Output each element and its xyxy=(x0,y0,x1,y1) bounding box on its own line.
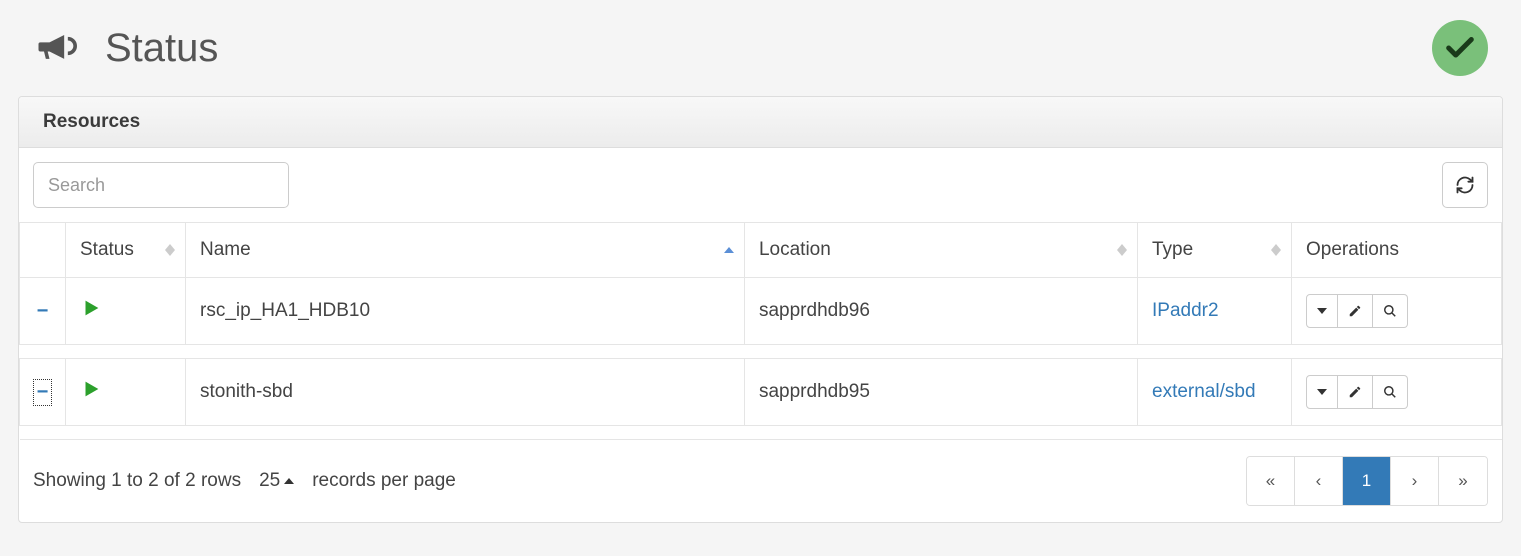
pencil-icon xyxy=(1348,385,1362,399)
sort-arrows-icon xyxy=(165,244,175,256)
magnify-icon xyxy=(1383,385,1397,399)
table-row: − rsc_ip_HA1_HDB10 sapprdhdb96 IPaddr2 xyxy=(20,278,1502,345)
pencil-icon xyxy=(1348,304,1362,318)
column-type-label: Type xyxy=(1152,239,1193,260)
records-label: records per page xyxy=(312,470,456,492)
page-size-selector[interactable]: 25 xyxy=(259,470,294,492)
column-status[interactable]: Status xyxy=(66,223,186,278)
column-name-label: Name xyxy=(200,239,251,260)
spacer-row xyxy=(20,345,1502,359)
rows-summary: Showing 1 to 2 of 2 rows xyxy=(33,470,241,492)
details-button[interactable] xyxy=(1373,375,1408,409)
actions-dropdown-button[interactable] xyxy=(1306,294,1338,328)
row-operations xyxy=(1306,294,1408,328)
caret-up-icon xyxy=(284,478,294,484)
caret-down-icon xyxy=(1317,389,1327,395)
check-icon xyxy=(1443,31,1477,65)
table-footer: Showing 1 to 2 of 2 rows 25 records per … xyxy=(19,440,1502,522)
column-location-label: Location xyxy=(759,239,831,260)
refresh-icon xyxy=(1455,175,1475,195)
column-operations: Operations xyxy=(1292,223,1502,278)
column-location[interactable]: Location xyxy=(744,223,1137,278)
page-header-left: Status xyxy=(33,24,218,73)
column-expand xyxy=(20,223,66,278)
search-input[interactable] xyxy=(33,162,289,208)
column-operations-label: Operations xyxy=(1306,239,1399,260)
pagination: « ‹ 1 › » xyxy=(1246,456,1488,506)
sort-arrows-icon xyxy=(1117,244,1127,256)
refresh-button[interactable] xyxy=(1442,162,1488,208)
running-icon xyxy=(80,303,102,324)
column-status-label: Status xyxy=(80,239,134,260)
toolbar xyxy=(19,148,1502,222)
resource-location: sapprdhdb95 xyxy=(744,359,1137,426)
actions-dropdown-button[interactable] xyxy=(1306,375,1338,409)
sort-asc-icon xyxy=(724,247,734,253)
resource-type-link[interactable]: IPaddr2 xyxy=(1152,300,1219,321)
resources-table: Status Name Location xyxy=(19,222,1502,440)
page-last-button[interactable]: » xyxy=(1439,457,1487,505)
collapse-icon[interactable]: − xyxy=(33,379,53,406)
panel-heading: Resources xyxy=(19,97,1502,148)
resource-name: stonith-sbd xyxy=(186,359,745,426)
megaphone-icon xyxy=(33,24,77,73)
row-operations xyxy=(1306,375,1408,409)
spacer-row xyxy=(20,426,1502,440)
page-header: Status xyxy=(18,10,1503,96)
details-button[interactable] xyxy=(1373,294,1408,328)
page-current-button[interactable]: 1 xyxy=(1343,457,1391,505)
page-title: Status xyxy=(105,26,218,71)
edit-button[interactable] xyxy=(1338,294,1373,328)
column-name[interactable]: Name xyxy=(186,223,745,278)
footer-left: Showing 1 to 2 of 2 rows 25 records per … xyxy=(33,470,456,492)
page-next-button[interactable]: › xyxy=(1391,457,1439,505)
page-size-value: 25 xyxy=(259,470,280,492)
caret-down-icon xyxy=(1317,308,1327,314)
column-type[interactable]: Type xyxy=(1138,223,1292,278)
running-icon xyxy=(80,384,102,405)
status-ok-badge xyxy=(1432,20,1488,76)
edit-button[interactable] xyxy=(1338,375,1373,409)
magnify-icon xyxy=(1383,304,1397,318)
resources-panel: Resources Status Name xyxy=(18,96,1503,523)
resource-type-link[interactable]: external/sbd xyxy=(1152,381,1256,402)
page-first-button[interactable]: « xyxy=(1247,457,1295,505)
table-row: − stonith-sbd sapprdhdb95 external/sbd xyxy=(20,359,1502,426)
sort-arrows-icon xyxy=(1271,244,1281,256)
page-prev-button[interactable]: ‹ xyxy=(1295,457,1343,505)
resource-location: sapprdhdb96 xyxy=(744,278,1137,345)
collapse-icon[interactable]: − xyxy=(37,300,49,323)
resource-name: rsc_ip_HA1_HDB10 xyxy=(186,278,745,345)
